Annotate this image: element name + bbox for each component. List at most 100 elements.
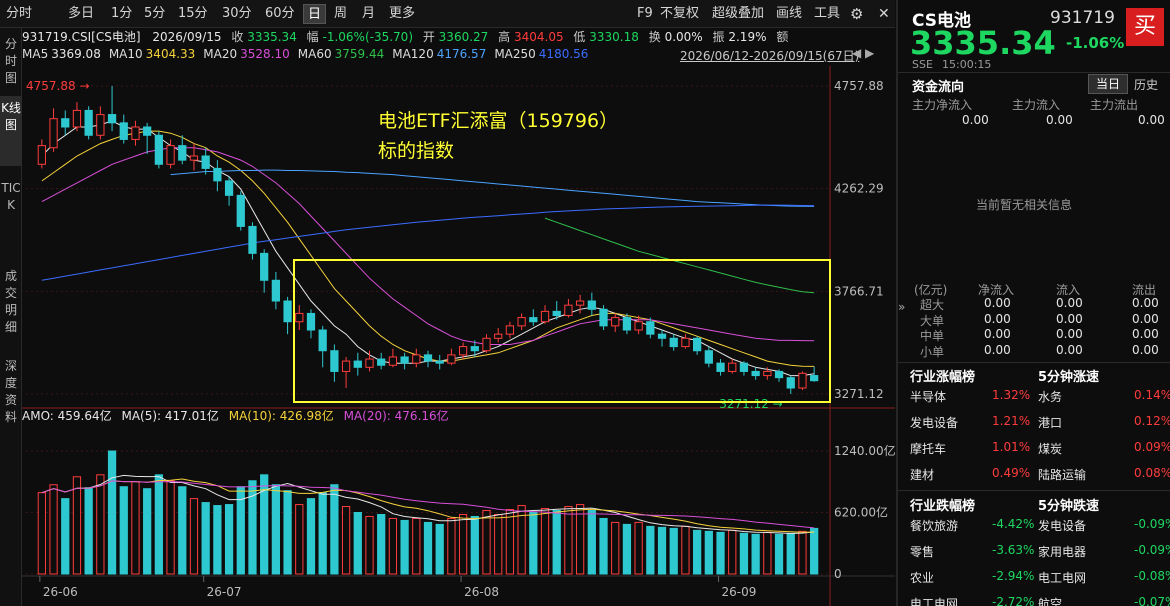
toolbar-item-0[interactable]: F9 [633,4,657,24]
volume-tick-label: 1240.00亿 [834,443,895,458]
candle-body [657,333,667,339]
range-arrows[interactable]: ◀ ▶ [852,46,874,60]
industry_down-name2[interactable]: 家用电器 [1038,543,1086,560]
amount-label: 额 [776,30,789,44]
left-nav-4[interactable]: 深度资料 [0,354,22,432]
left-nav-3[interactable]: 成交明细 [0,264,22,344]
period-tab-1[interactable]: 多日 [64,4,98,24]
left-nav-1[interactable]: K线图 [0,96,22,166]
candle-body [728,362,737,372]
industry_up-name2[interactable]: 港口 [1038,414,1062,431]
period-tab-6[interactable]: 60分 [261,4,299,24]
candle-body [260,252,269,281]
high-label: 高 [498,30,511,44]
candle-body [693,337,702,352]
candle-body [213,167,222,182]
amplitude-value: 2.19% [728,30,767,44]
ma-value-ma10: 3404.33 [145,47,196,61]
industry_down-name2[interactable]: 航空 [1038,595,1062,606]
candle-body [611,317,620,327]
volume-bar [224,504,234,575]
candle-body [72,109,82,128]
candle-body [599,308,608,327]
settings-icon[interactable]: ⚙ [846,4,867,24]
volume-bar [189,498,199,575]
candle-body [786,377,795,389]
industry_up-name[interactable]: 半导体 [910,388,946,405]
industry_up-pct: 0.49% [992,466,1031,480]
quote-price: 3335.34 [910,24,1056,62]
industry_down-name2[interactable]: 发电设备 [1038,517,1086,534]
candle-body [704,350,713,364]
volume-tick-label: 0 [834,567,842,581]
industry_up-name[interactable]: 建材 [910,466,934,483]
candle-body [435,360,444,364]
quote-code: 931719 [1050,8,1115,28]
expand-arrow-icon[interactable]: » [898,300,908,328]
candle-body [107,114,117,124]
period-tab-3[interactable]: 5分 [140,4,169,24]
period-tab-9[interactable]: 月 [358,4,379,24]
volume-bar [201,502,210,575]
candle-body [388,356,398,366]
candle-body [423,354,433,362]
period-tab-8[interactable]: 周 [330,4,351,24]
toolbar-item-1[interactable]: 不复权 [656,4,703,24]
volume-bar [739,532,749,575]
volume-bar [306,498,316,575]
x-tick-label: 26-09 [722,585,757,599]
tab-history[interactable]: 历史 [1134,76,1158,93]
date: 2026/09/15 [152,30,222,44]
industry_down-name[interactable]: 电工电网 [910,595,958,606]
period-tab-0[interactable]: 分时 [2,4,36,24]
volume-bar [400,519,409,575]
period-tab-5[interactable]: 30分 [218,4,256,24]
industry_up-name[interactable]: 摩托车 [910,440,946,457]
period-tab-7[interactable]: 日 [303,4,327,24]
volume-bar [295,504,304,575]
industry_up-pct: 1.01% [992,440,1031,454]
left-nav-0[interactable]: 分时图 [0,32,22,90]
low-value: 3330.18 [589,30,639,44]
right-panel: CS电池 931719 买 3335.34 -1.06% SSE 15:00:1… [896,0,1170,606]
volume-bar [49,484,58,575]
tab-today[interactable]: 当日 [1088,74,1128,94]
toolbar-item-2[interactable]: 超级叠加 [708,4,768,24]
close-icon[interactable]: ✕ [874,4,894,24]
candle-body [49,118,58,149]
industry_up-name2[interactable]: 煤炭 [1038,440,1062,457]
turnover-value: 0.00% [664,30,703,44]
candle-body [751,370,760,377]
volume-bar [798,530,807,575]
flow-row-in: 0.00 [1056,327,1083,341]
period-tab-10[interactable]: 更多 [385,4,419,24]
industry_up-name[interactable]: 发电设备 [910,414,958,431]
toolbar-item-3[interactable]: 画线 [772,4,806,24]
industry_up-name2[interactable]: 水务 [1038,388,1062,405]
period-tab-4[interactable]: 15分 [174,4,212,24]
ma-line-ma10 [41,130,815,367]
ma-value-ma5: 3369.08 [51,47,101,61]
flow-row-name: 超大 [920,298,945,312]
volume-bar [810,527,819,575]
x-tick-label: 26-07 [207,585,242,599]
industry_down-name[interactable]: 零售 [910,543,934,560]
industry_down-pct2: -0.07% [1134,595,1170,606]
volume-bar [330,484,339,575]
toolbar-item-4[interactable]: 工具 [810,4,844,24]
industry_down-name[interactable]: 农业 [910,569,934,586]
industry_up-pct2: 0.14% [1134,388,1170,402]
volume-bar [412,517,421,575]
date-range[interactable]: 2026/06/12-2026/09/15(67日) [680,47,859,64]
buy-button[interactable]: 买 [1126,8,1164,46]
volume-bar [505,509,515,575]
industry_down-name[interactable]: 餐饮旅游 [910,517,958,534]
candle-body [458,346,468,356]
industry_down-name2[interactable]: 电工电网 [1038,569,1086,586]
candle-body [412,354,421,364]
industry_up-name2[interactable]: 陆路运输 [1038,466,1086,483]
period-tab-2[interactable]: 1分 [107,4,136,24]
ma-label-ma10: MA10 [108,47,143,61]
left-nav-2[interactable]: TICK [0,176,22,254]
candle-body [763,370,772,377]
